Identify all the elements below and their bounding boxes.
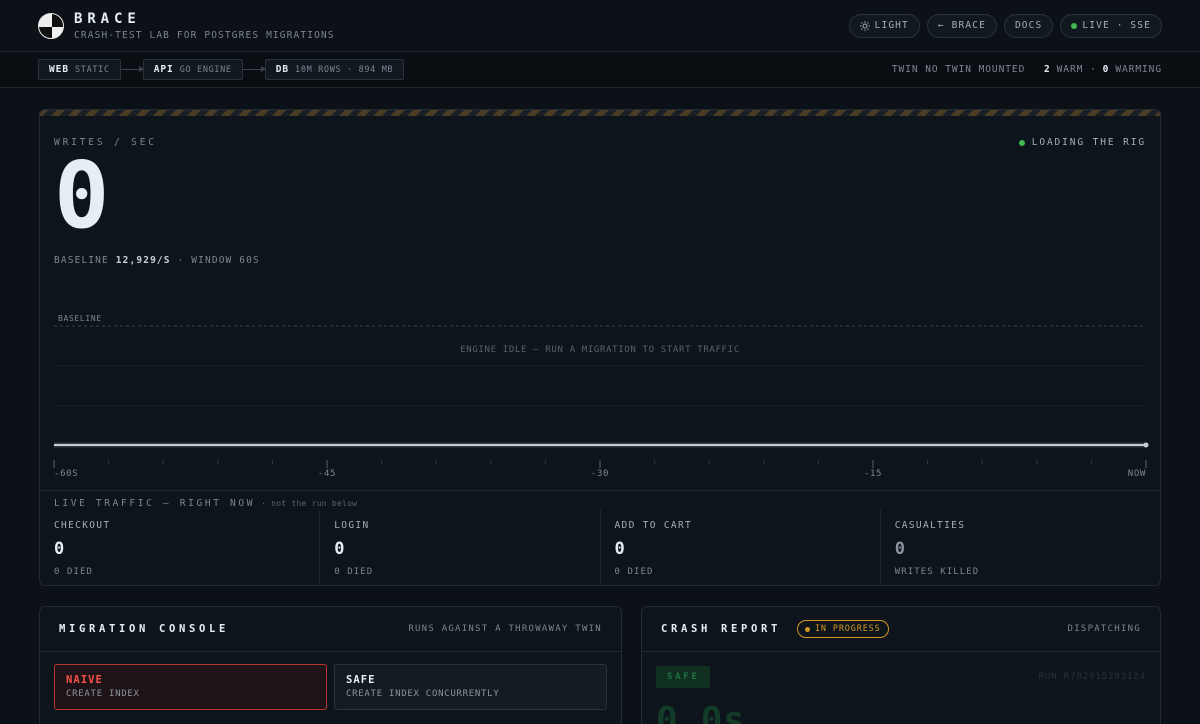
docs-label: DOCS [1014, 20, 1043, 31]
warm-count: 2 [1043, 64, 1051, 75]
topology-bar: WEB STATIC API GO ENGINE DB 10M ROWS · 8… [0, 52, 1200, 88]
stat-label: LOGIN [334, 520, 370, 531]
crash-title: CRASH REPORT [661, 623, 781, 635]
node-detail: GO ENGINE [179, 64, 232, 75]
stat-label: CASUALTIES [894, 520, 966, 531]
sun-icon [859, 20, 870, 31]
stat-sub: 0 DIED [614, 567, 654, 577]
live-sse-status[interactable]: LIVE · SSE [1060, 13, 1162, 38]
brand: BRACE CRASH-TEST LAB FOR POSTGRES MIGRAT… [74, 11, 335, 41]
crash-body: SAFE RUN R782915203124 0.0s [642, 652, 1160, 724]
stat-add-to-cart: ADD TO CART 0 0 DIED [601, 510, 881, 585]
x-tick-label: NOW [1128, 469, 1146, 479]
live-status-dot-icon [1071, 22, 1078, 29]
back-to-brace-label: ← BRACE [937, 20, 986, 31]
header-actions: LIGHT ← BRACE DOCS LIVE · SSE [848, 13, 1162, 38]
live-sse-label: LIVE · SSE [1082, 20, 1151, 31]
status-dot-icon [1018, 139, 1025, 146]
rig-status-text: LOADING THE RIG [1031, 137, 1146, 148]
console-title: MIGRATION CONSOLE [59, 623, 229, 635]
option-name: NAIVE [66, 674, 103, 686]
theme-toggle-button[interactable]: LIGHT [848, 13, 920, 38]
arrow-right-icon [120, 66, 144, 72]
topology-node-api[interactable]: API GO ENGINE [142, 59, 243, 80]
brace-logo-icon [38, 12, 64, 39]
topology-node-db[interactable]: DB 10M ROWS · 894 MB [264, 59, 405, 80]
brand-subtitle: CRASH-TEST LAB FOR POSTGRES MIGRATIONS [74, 29, 335, 41]
traffic-stats: CHECKOUT 0 0 DIED LOGIN 0 0 DIED ADD TO … [40, 510, 1160, 585]
stat-login: LOGIN 0 0 DIED [320, 510, 601, 585]
window-text: · WINDOW 60S [177, 255, 260, 266]
warming-label: WARMING [1115, 64, 1162, 75]
twin-text: TWIN NO TWIN MOUNTED [891, 64, 1026, 75]
elapsed-value: 0.0s [656, 700, 746, 724]
crash-header: CRASH REPORT IN PROGRESS DISPATCHING [642, 607, 1160, 652]
live-traffic-label: LIVE TRAFFIC — RIGHT NOW [54, 498, 256, 509]
option-desc: CREATE INDEX CONCURRENTLY [346, 689, 500, 699]
node-name: WEB [49, 64, 70, 75]
stat-casualties: CASUALTIES 0 WRITES KILLED [881, 510, 1160, 585]
twin-status: TWIN NO TWIN MOUNTED 2 WARM · 0 WARMING [892, 64, 1162, 75]
stat-sub: 0 DIED [334, 567, 374, 577]
arrow-right-icon [242, 66, 266, 72]
badge-label: IN PROGRESS [814, 624, 881, 634]
warm-label: WARM · [1056, 64, 1097, 75]
migration-console: MIGRATION CONSOLE RUNS AGAINST A THROWAW… [39, 606, 622, 724]
node-detail: STATIC [75, 64, 110, 75]
stat-value: 0 [614, 539, 626, 559]
live-traffic-note: · not the run below [261, 499, 358, 508]
docs-button[interactable]: DOCS [1003, 13, 1054, 38]
node-name: API [153, 64, 174, 75]
x-tick-label: -30 [591, 469, 609, 479]
stat-sub: 0 DIED [54, 567, 93, 577]
run-id: RUN R782915203124 [1038, 672, 1146, 682]
baseline-prefix: BASELINE [54, 255, 109, 266]
option-name: SAFE [346, 674, 376, 686]
stat-value: 0 [334, 539, 346, 559]
crash-status: DISPATCHING [1067, 624, 1141, 634]
stat-label: ADD TO CART [614, 520, 693, 531]
panel-divider [40, 490, 1160, 491]
node-detail: 10M ROWS · 894 MB [295, 64, 394, 75]
theme-toggle-label: LIGHT [874, 20, 909, 31]
back-to-brace-button[interactable]: ← BRACE [926, 13, 997, 38]
warming-count: 0 [1102, 64, 1110, 75]
stat-checkout: CHECKOUT 0 0 DIED [40, 510, 321, 585]
option-desc: CREATE INDEX [66, 689, 140, 699]
series-end-point [1143, 442, 1149, 448]
rig-status: LOADING THE RIG [1018, 137, 1146, 148]
baseline-value: 12,929/S [115, 255, 171, 266]
stat-value: 0 [54, 539, 65, 559]
brand-title: BRACE [74, 10, 141, 27]
crash-report: CRASH REPORT IN PROGRESS DISPATCHING SAF… [641, 606, 1161, 724]
safe-migration-option[interactable]: SAFE CREATE INDEX CONCURRENTLY [334, 664, 607, 710]
console-header: MIGRATION CONSOLE RUNS AGAINST A THROWAW… [40, 607, 621, 652]
x-tick-label: -60S [54, 469, 78, 479]
idle-message: ENGINE IDLE — RUN A MIGRATION TO START T… [460, 345, 740, 355]
writes-chart: BASELINE ENGINE IDLE — RUN A MIGRATION TO… [53, 314, 1149, 479]
live-traffic-title: LIVE TRAFFIC — RIGHT NOW · not the run be… [54, 498, 357, 509]
naive-migration-option[interactable]: NAIVE CREATE INDEX [54, 664, 327, 710]
in-progress-badge: IN PROGRESS [796, 620, 889, 638]
stat-label: CHECKOUT [54, 520, 111, 531]
migration-options: NAIVE CREATE INDEX SAFE CREATE INDEX CON… [40, 652, 621, 722]
node-name: DB [275, 64, 290, 75]
safe-tag: SAFE [656, 666, 711, 688]
baseline-label: BASELINE [58, 314, 102, 323]
x-tick-label: -45 [318, 469, 336, 479]
stat-sub: WRITES KILLED [894, 567, 980, 577]
app-header: BRACE CRASH-TEST LAB FOR POSTGRES MIGRAT… [0, 0, 1200, 52]
topology-node-web[interactable]: WEB STATIC [38, 59, 121, 80]
hazard-stripe [40, 110, 1160, 116]
writes-panel: WRITES / SEC LOADING THE RIG 0 BASELINE … [39, 109, 1161, 586]
baseline-summary: BASELINE 12,929/S · WINDOW 60S [54, 255, 260, 266]
stat-value: 0 [894, 539, 906, 559]
x-tick-label: -15 [864, 469, 882, 479]
console-note: RUNS AGAINST A THROWAWAY TWIN [408, 624, 602, 634]
writes-per-sec-value: 0 [54, 142, 110, 249]
badge-dot-icon [804, 626, 810, 632]
